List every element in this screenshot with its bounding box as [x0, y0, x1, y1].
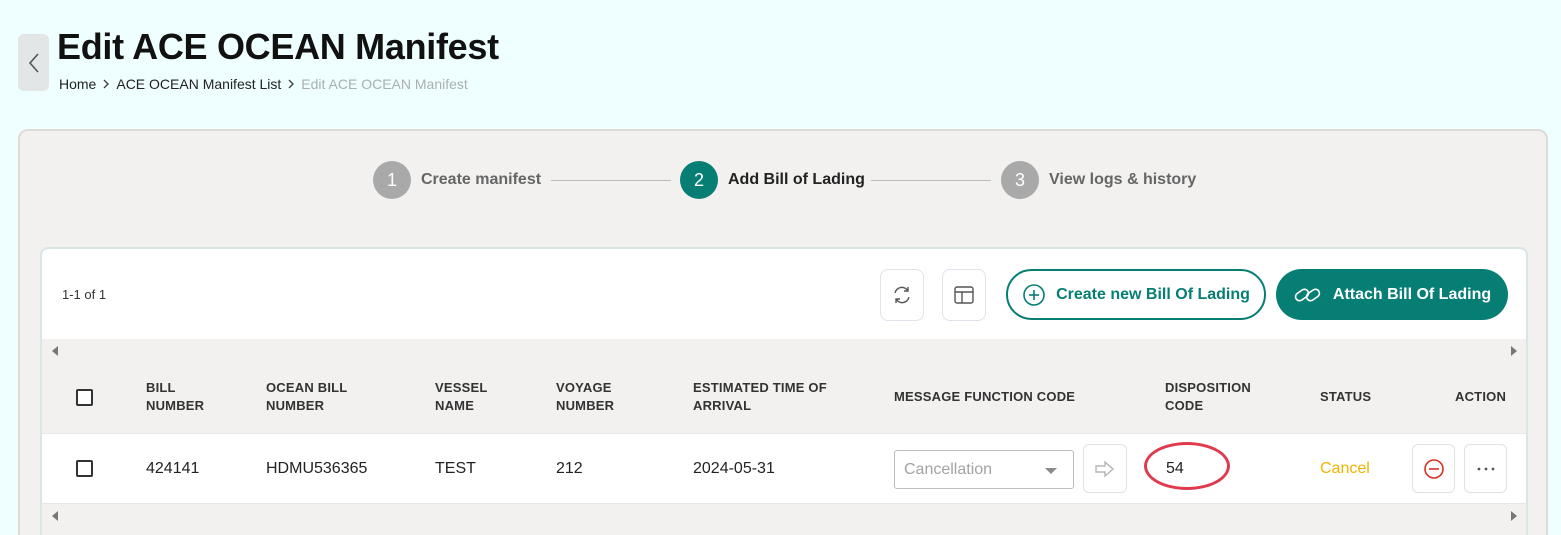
- breadcrumb-manifest-list[interactable]: ACE OCEAN Manifest List: [116, 76, 281, 92]
- header-vessel-name[interactable]: VESSEL NAME: [435, 379, 488, 415]
- caret-down-icon: [1045, 468, 1057, 474]
- header-voyage-number[interactable]: VOYAGE NUMBER: [556, 379, 614, 415]
- record-count: 1-1 of 1: [62, 287, 107, 302]
- scroll-right-icon[interactable]: [1511, 511, 1517, 521]
- table-row[interactable]: 424141 HDMU536365 TEST 212 2024-05-31 Ca…: [42, 433, 1526, 504]
- breadcrumb: Home ACE OCEAN Manifest List Edit ACE OC…: [59, 76, 468, 92]
- table-header: BILL NUMBER OCEAN BILL NUMBER VESSEL NAME V…: [42, 363, 1526, 433]
- chevron-right-icon: [287, 79, 295, 89]
- header-bill-number[interactable]: BILL NUMBER: [146, 379, 204, 415]
- step-number: 2: [680, 161, 718, 199]
- create-button-label: Create new Bill Of Lading: [1056, 285, 1250, 303]
- send-message-button[interactable]: [1083, 444, 1127, 493]
- cell-bill-number: 424141: [146, 460, 200, 477]
- layout-icon: [954, 286, 974, 304]
- chevron-left-icon: [28, 52, 39, 73]
- remove-button[interactable]: [1412, 444, 1455, 493]
- arrow-right-icon: [1095, 459, 1115, 478]
- breadcrumb-current: Edit ACE OCEAN Manifest: [301, 76, 468, 92]
- row-checkbox[interactable]: [76, 460, 93, 477]
- header-status[interactable]: STATUS: [1320, 388, 1371, 406]
- step-create-manifest[interactable]: 1 Create manifest: [373, 161, 541, 199]
- layout-button[interactable]: [942, 269, 986, 321]
- stepper: 1 Create manifest 2 Add Bill of Lading 3…: [20, 161, 1546, 201]
- plus-circle-icon: [1023, 283, 1045, 306]
- message-function-code-select[interactable]: Cancellation: [894, 450, 1074, 489]
- step-label: Add Bill of Lading: [728, 171, 865, 188]
- back-button[interactable]: [18, 34, 49, 91]
- header-message-function-code[interactable]: MESSAGE FUNCTION CODE: [894, 388, 1075, 406]
- breadcrumb-home[interactable]: Home: [59, 76, 96, 92]
- step-label: View logs & history: [1049, 171, 1197, 188]
- bill-of-lading-card: 1-1 of 1 Create new Bill Of Lading Attac…: [40, 247, 1528, 535]
- scroll-right-icon[interactable]: [1511, 346, 1517, 356]
- create-bill-of-lading-button[interactable]: Create new Bill Of Lading: [1006, 269, 1266, 320]
- minus-circle-icon: [1423, 458, 1444, 479]
- step-label: Create manifest: [421, 171, 542, 188]
- page-title: Edit ACE OCEAN Manifest: [57, 26, 499, 67]
- step-connector: [871, 180, 991, 181]
- select-all-checkbox[interactable]: [76, 389, 93, 406]
- refresh-button[interactable]: [880, 269, 924, 321]
- scroll-left-icon[interactable]: [52, 511, 58, 521]
- cell-ocean-bill-number: HDMU536365: [266, 460, 368, 477]
- header-disposition-code[interactable]: DISPOSITION CODE: [1165, 379, 1251, 415]
- header-eta[interactable]: ESTIMATED TIME OF ARRIVAL: [693, 379, 827, 415]
- more-horizontal-icon: [1477, 467, 1494, 470]
- cell-eta: 2024-05-31: [693, 460, 775, 477]
- more-actions-button[interactable]: [1464, 444, 1507, 493]
- attach-bill-of-lading-button[interactable]: Attach Bill Of Lading: [1276, 269, 1508, 320]
- scroll-left-icon[interactable]: [52, 346, 58, 356]
- cell-vessel-name: TEST: [435, 460, 476, 477]
- status-badge: Cancel: [1320, 460, 1370, 477]
- step-number: 1: [373, 161, 411, 199]
- link-icon: [1294, 287, 1321, 302]
- step-view-logs[interactable]: 3 View logs & history: [1001, 161, 1196, 199]
- step-connector: [551, 180, 671, 181]
- chevron-right-icon: [102, 79, 110, 89]
- cell-voyage-number: 212: [556, 460, 583, 477]
- header-action: ACTION: [1455, 389, 1507, 404]
- bill-of-lading-table: BILL NUMBER OCEAN BILL NUMBER VESSEL NAME V…: [42, 339, 1526, 535]
- header-ocean-bill-number[interactable]: OCEAN BILL NUMBER: [266, 379, 347, 415]
- step-add-bill-of-lading[interactable]: 2 Add Bill of Lading: [680, 161, 865, 199]
- select-value: Cancellation: [904, 461, 993, 478]
- highlight-circle: [1144, 442, 1230, 490]
- manifest-panel: 1 Create manifest 2 Add Bill of Lading 3…: [18, 129, 1548, 535]
- refresh-icon: [894, 286, 910, 304]
- step-number: 3: [1001, 161, 1039, 199]
- attach-button-label: Attach Bill Of Lading: [1332, 285, 1492, 303]
